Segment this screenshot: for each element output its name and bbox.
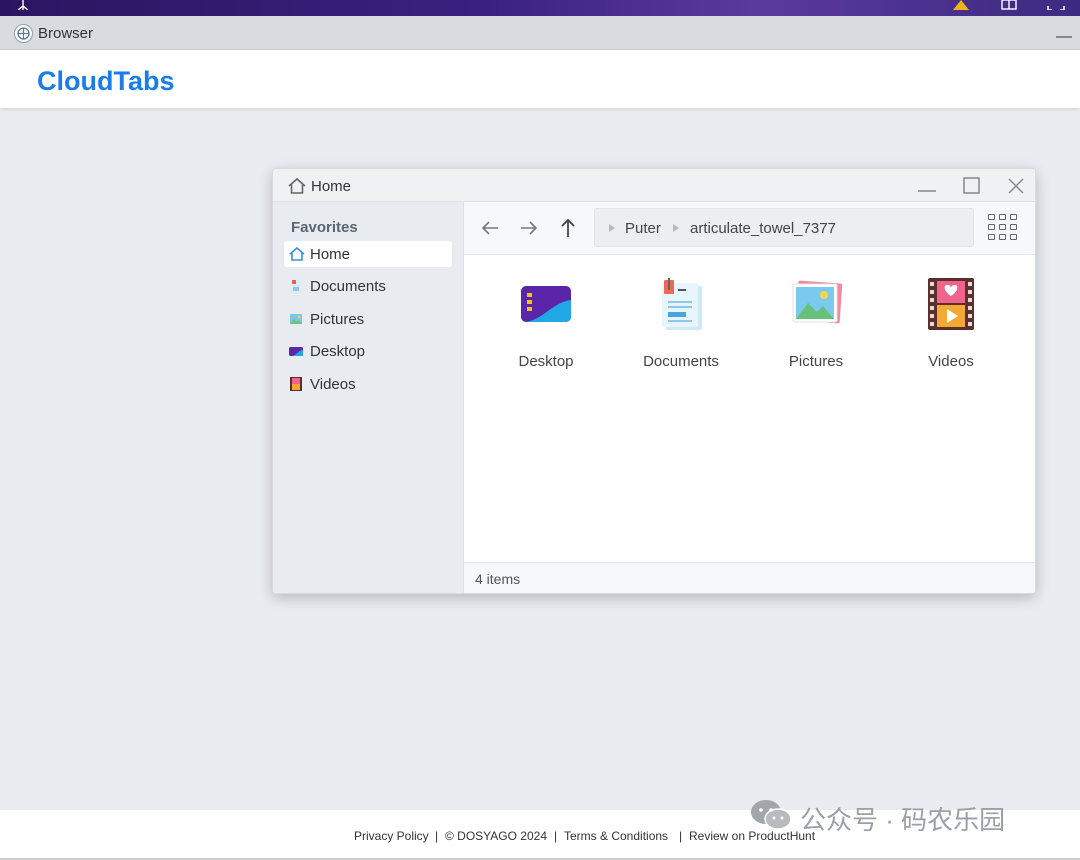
breadcrumb-separator-icon	[609, 224, 615, 232]
footer-separator: |	[554, 829, 558, 843]
sidebar-item-label: Documents	[310, 278, 386, 295]
footer-separator: |	[679, 829, 683, 843]
privacy-policy-link[interactable]: Privacy Policy	[354, 829, 429, 843]
videos-folder-icon	[928, 278, 974, 330]
minimize-icon[interactable]	[1056, 36, 1072, 38]
network-icon[interactable]	[14, 0, 32, 12]
sidebar-item-label: Videos	[310, 376, 356, 393]
file-area: Puter articulate_towel_7377 Desktop Docu…	[464, 202, 1035, 593]
wechat-icon	[751, 800, 792, 830]
os-top-bar	[0, 0, 1080, 16]
navigation-bar: Puter articulate_towel_7377	[464, 202, 1035, 255]
file-item-pictures[interactable]: Pictures	[756, 278, 876, 370]
file-item-label: Videos	[928, 353, 974, 370]
sidebar-item-pictures[interactable]: Pictures	[284, 306, 452, 332]
browser-bar: Browser	[0, 16, 1080, 50]
producthunt-link[interactable]: Review on ProductHunt	[689, 829, 815, 843]
window-title: Home	[311, 178, 352, 195]
file-item-videos[interactable]: Videos	[891, 278, 1011, 370]
sidebar-item-home[interactable]: Home	[284, 241, 452, 267]
pictures-icon	[289, 312, 303, 326]
sidebar-item-documents[interactable]: Documents	[284, 273, 452, 299]
home-icon	[289, 246, 305, 261]
forward-arrow-icon[interactable]	[517, 216, 541, 240]
columns-icon[interactable]	[1000, 0, 1018, 12]
file-item-label: Desktop	[518, 353, 574, 370]
home-icon	[287, 177, 307, 200]
documents-folder-icon	[662, 278, 702, 330]
file-item-label: Documents	[643, 353, 719, 370]
site-header: CloudTabs	[0, 50, 1080, 108]
window-maximize-button[interactable]	[961, 175, 983, 197]
brand-logo[interactable]: CloudTabs	[37, 66, 175, 97]
grid-view-icon[interactable]	[987, 212, 1019, 244]
sidebar-item-label: Desktop	[310, 343, 366, 360]
window-minimize-button[interactable]	[916, 175, 938, 197]
desktop-icon	[289, 344, 303, 358]
browser-title: Browser	[38, 25, 94, 42]
file-item-documents[interactable]: Documents	[621, 278, 741, 370]
warning-icon[interactable]	[952, 0, 970, 12]
status-bar: 4 items	[464, 562, 1035, 593]
sidebar-item-label: Home	[310, 246, 351, 263]
sidebar-heading: Favorites	[291, 219, 358, 236]
desktop-folder-icon	[521, 286, 571, 322]
file-item-desktop[interactable]: Desktop	[486, 278, 606, 370]
breadcrumb: Puter articulate_towel_7377	[594, 208, 974, 247]
window-close-button[interactable]	[1005, 175, 1027, 197]
watermark-text: 公众号 · 码农乐园	[800, 805, 1006, 835]
breadcrumb-item-current[interactable]: articulate_towel_7377	[690, 220, 836, 237]
videos-icon	[289, 377, 303, 391]
sidebar-item-label: Pictures	[310, 311, 365, 328]
breadcrumb-separator-icon	[673, 224, 679, 232]
sidebar-item-videos[interactable]: Videos	[284, 371, 452, 397]
copyright-text: © DOSYAGO 2024	[445, 829, 547, 843]
item-count: 4 items	[475, 571, 521, 587]
up-arrow-icon[interactable]	[556, 216, 580, 240]
file-item-label: Pictures	[788, 353, 844, 370]
breadcrumb-item-puter[interactable]: Puter	[625, 220, 661, 237]
documents-icon	[289, 279, 303, 293]
window-title-bar[interactable]: Home	[273, 169, 1035, 202]
footer-separator: |	[435, 829, 439, 843]
back-arrow-icon[interactable]	[478, 216, 502, 240]
file-explorer-window: Home Favorites Home Documents Pictures D…	[272, 168, 1036, 594]
pictures-folder-icon	[792, 280, 843, 324]
terms-link[interactable]: Terms & Conditions	[564, 829, 668, 843]
fullscreen-icon[interactable]	[1046, 0, 1066, 12]
sidebar: Favorites Home Documents Pictures Deskto…	[273, 202, 464, 593]
sidebar-item-desktop[interactable]: Desktop	[284, 338, 452, 364]
browser-logo-icon	[14, 24, 33, 43]
